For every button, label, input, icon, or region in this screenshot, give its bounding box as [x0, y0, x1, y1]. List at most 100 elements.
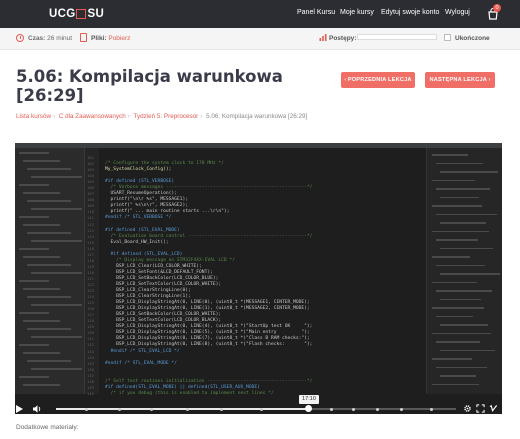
nav-edit-account[interactable]: Edytuj swoje konto	[381, 9, 439, 16]
progress-label: Postępy:	[329, 35, 357, 42]
project-tree-item	[27, 232, 71, 234]
code-line: BSP_LCD_Clear(LCD_COLOR_WHITE);	[116, 263, 202, 269]
outline-item	[440, 273, 500, 275]
code-line: printf("\n\r %s", MESSAGE1);	[110, 197, 188, 203]
seek-time-tooltip: 17:10	[299, 395, 319, 404]
outline-item	[440, 375, 476, 377]
code-line: BSP_LCD_SetFont(&LCD_DEFAULT_FONT);	[116, 269, 213, 275]
play-icon[interactable]	[16, 405, 23, 413]
next-lesson-button[interactable]: NASTĘPNA LEKCJA ›	[425, 72, 495, 88]
time-label: Czas:	[28, 35, 46, 42]
project-tree-item	[27, 296, 71, 298]
file-icon	[80, 33, 87, 42]
chapter-marker[interactable]	[430, 407, 433, 411]
previous-lesson-button[interactable]: ‹ POPRZEDNIA LEKCJA	[341, 72, 415, 88]
project-tree-item	[27, 360, 71, 362]
chapter-marker[interactable]	[150, 407, 153, 411]
logo-text-right: SU	[87, 8, 105, 20]
project-tree-item	[23, 192, 60, 194]
chapter-marker[interactable]	[352, 407, 355, 411]
breadcrumb-current: 5.06: Kompilacja warunkowa [26:29]	[206, 113, 308, 120]
code-editor: /* Configure the system clock to 170 MHz…	[105, 155, 312, 397]
code-line: /* Display message on STM32F4XX-EVAL LCD…	[116, 257, 235, 263]
project-tree-item	[19, 216, 49, 218]
outline-item	[440, 196, 479, 198]
project-tree-item	[23, 160, 60, 162]
project-tree-item	[31, 368, 82, 370]
chapter-marker[interactable]	[260, 407, 263, 411]
ide-outline-panel	[426, 148, 502, 394]
vimeo-logo-icon[interactable]	[489, 404, 498, 413]
time-value: 26 minut	[47, 35, 73, 42]
outline-item	[432, 205, 482, 207]
outline-item	[436, 264, 485, 266]
course-progress-bar	[357, 34, 437, 40]
volume-icon[interactable]	[32, 404, 42, 414]
breadcrumb-course-list[interactable]: Lista kursów	[16, 113, 51, 120]
chapter-marker[interactable]	[400, 407, 403, 411]
outline-item	[436, 315, 473, 317]
project-tree-item	[19, 312, 49, 314]
outline-item	[432, 332, 491, 334]
breadcrumb-week[interactable]: Tydzień 5: Preprocesor	[133, 113, 198, 120]
site-logo[interactable]: UCG SU	[49, 7, 104, 21]
code-line: BSP_LCD_SetTextColor(LCD_COLOR_BLACK);	[116, 318, 222, 324]
nav-logout[interactable]: Wyloguj	[445, 9, 470, 16]
code-line: BSP_LCD_DisplayStringAt(0, LINE(5), (uin…	[116, 330, 310, 336]
outline-item	[432, 154, 468, 156]
chapter-marker[interactable]	[220, 407, 223, 411]
outline-item	[432, 358, 472, 360]
outline-item	[432, 281, 477, 283]
code-line: USART_ResumeOperation();	[110, 191, 177, 197]
code-line: BSP_LCD_SetBackColor(LCD_COLOR_BLUE);	[116, 275, 219, 281]
project-tree-item	[23, 384, 60, 386]
outline-item	[432, 383, 479, 385]
code-line: BSP_LCD_SetBackColor(LCD_COLOR_WHITE);	[116, 312, 222, 318]
outline-item	[440, 298, 481, 300]
project-tree-item	[31, 304, 82, 306]
chapter-marker[interactable]	[330, 407, 333, 411]
code-line: /* Self test routines initialization ---…	[105, 378, 313, 384]
outline-item	[440, 222, 486, 224]
chapter-marker[interactable]	[118, 407, 121, 411]
code-line: /* Verbose messages --------------------…	[110, 185, 313, 191]
logo-square-mark	[76, 9, 87, 19]
completed-label: Ukończone	[455, 35, 490, 42]
outline-item	[436, 162, 483, 164]
code-line: BSP_LCD_ClearStringLine(1);	[116, 294, 191, 300]
project-tree-item	[31, 208, 82, 210]
nav-panel-kursu[interactable]: Panel Kursu	[297, 9, 335, 16]
chapter-marker[interactable]	[85, 407, 88, 411]
completed-checkbox[interactable]	[444, 34, 451, 41]
outline-item	[432, 179, 475, 181]
project-tree-item	[27, 168, 71, 170]
project-tree-item	[23, 320, 60, 322]
outline-item	[436, 341, 480, 343]
project-tree-item	[23, 224, 60, 226]
project-tree-item	[27, 264, 71, 266]
code-line: #endif /* STL_VERBOSE */	[105, 215, 172, 221]
code-line: #endif /* STL_EVAL_LCD */	[110, 348, 180, 354]
code-line: /* Configure the system clock to 170 MHz…	[105, 161, 224, 167]
breadcrumb-course[interactable]: C dla Zaawansowanych	[59, 113, 126, 120]
fullscreen-icon[interactable]	[476, 404, 485, 413]
code-line: BSP_LCD_DisplayStringAt(0, LINE(7), (uin…	[116, 336, 310, 342]
code-line: #if defined(STL_EVAL_MODE) || defined(ST…	[105, 384, 260, 390]
code-line: printf(" %s\n\r", MESSAGE2);	[110, 203, 188, 209]
video-player[interactable]: 101 102 103 104 105 106 107 108 109 110 …	[15, 143, 502, 414]
chapter-marker[interactable]	[376, 407, 379, 411]
seek-bar-played	[56, 408, 308, 410]
nav-moje-kursy[interactable]: Moje kursy	[340, 9, 374, 16]
project-tree-item	[23, 256, 60, 258]
chapter-marker[interactable]	[186, 407, 189, 411]
files-info: Pliki: Pobierz	[91, 35, 130, 42]
files-download-link[interactable]: Pobierz	[108, 35, 130, 42]
page-title: 5.06: Kompilacja warunkowa [26:29]	[16, 67, 283, 105]
outline-item	[440, 247, 493, 249]
project-tree-item	[23, 288, 60, 290]
code-line: BSP_LCD_DisplayStringAt(0, LINE(1), (uin…	[116, 306, 310, 312]
settings-gear-icon[interactable]	[463, 404, 472, 413]
breadcrumb: Lista kursów › C dla Zaawansowanych › Tydz…	[16, 113, 308, 120]
seek-handle[interactable]	[304, 405, 312, 412]
code-line: /* if you debug (this is enabled to impl…	[110, 390, 274, 396]
